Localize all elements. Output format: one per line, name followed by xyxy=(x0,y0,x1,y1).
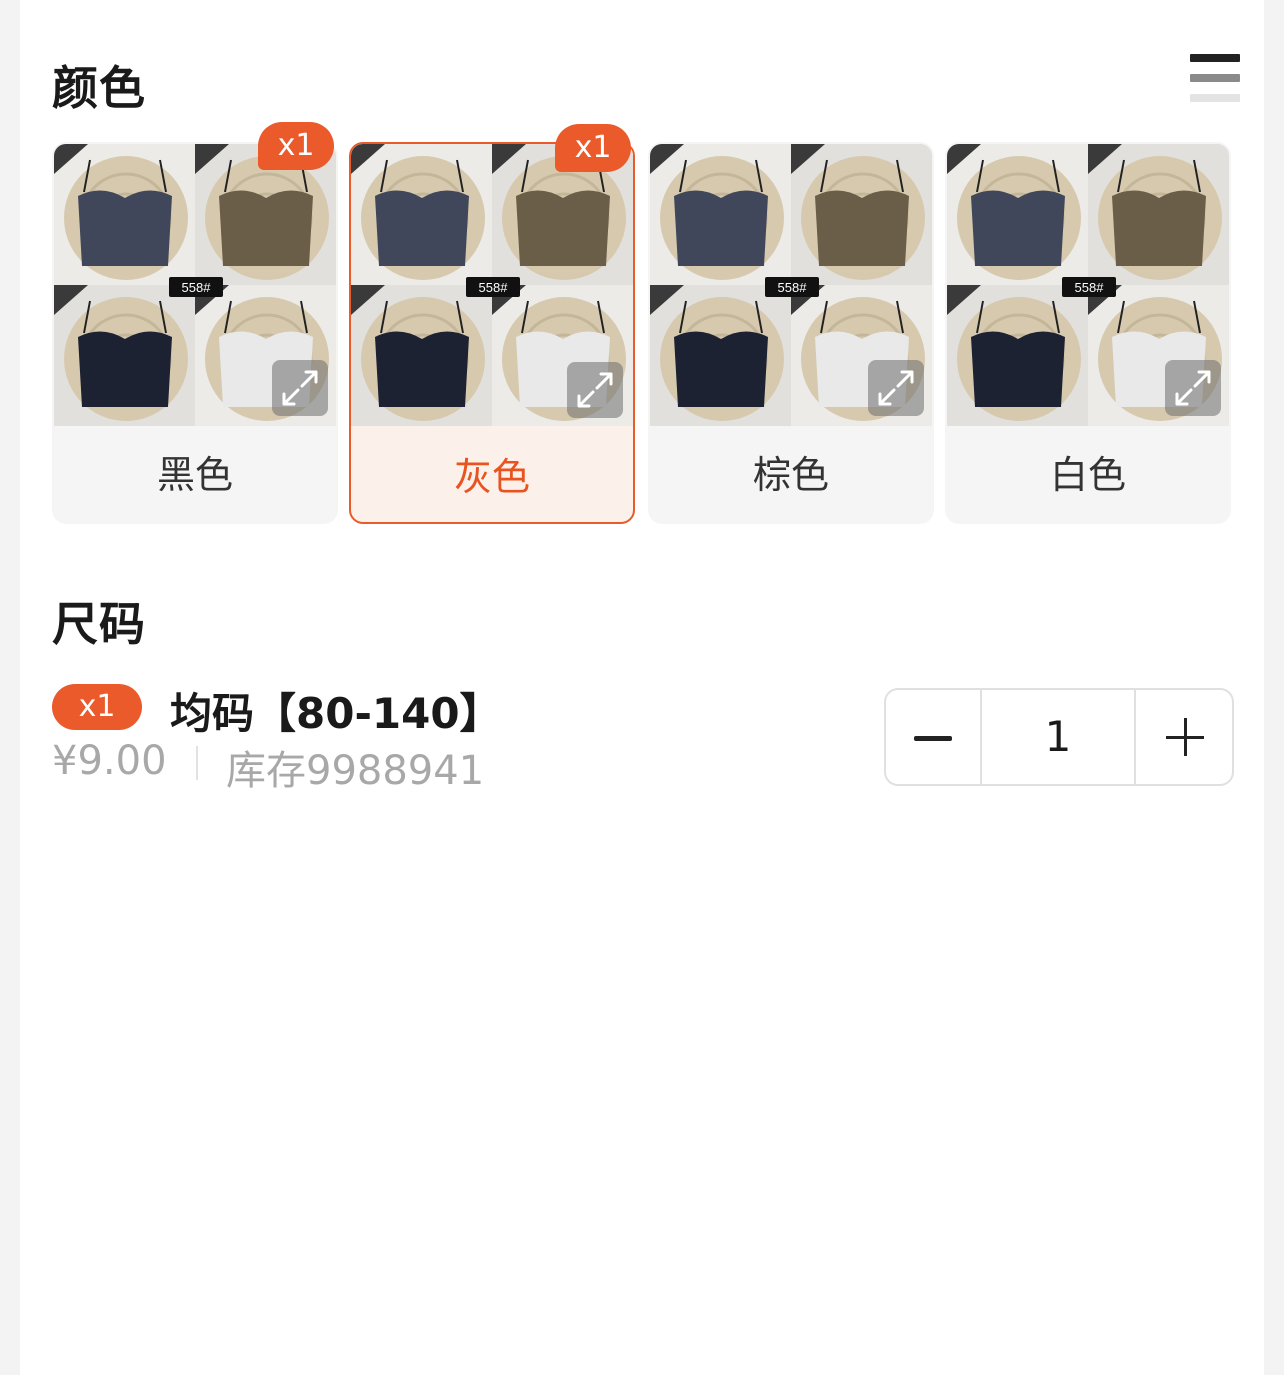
color-option-label: 灰色 xyxy=(453,455,530,499)
color-section-title: 颜色 xyxy=(52,61,146,115)
svg-text:558#: 558# xyxy=(182,280,212,295)
color-option-black[interactable]: 558# 黑色 x1 xyxy=(52,122,338,524)
count-badge: x1 xyxy=(52,684,142,730)
svg-text:558#: 558# xyxy=(479,280,509,295)
zoom-expand-icon[interactable] xyxy=(868,360,924,416)
color-option-label: 白色 xyxy=(1049,453,1126,497)
count-badge: x1 xyxy=(555,124,631,172)
svg-text:558#: 558# xyxy=(1075,280,1105,295)
decrement-button[interactable] xyxy=(886,690,980,784)
count-badge: x1 xyxy=(258,122,334,170)
divider xyxy=(196,746,198,780)
color-option-label: 棕色 xyxy=(752,453,829,497)
zoom-expand-icon[interactable] xyxy=(1165,360,1221,416)
layout-bar xyxy=(1190,94,1240,102)
svg-text:558#: 558# xyxy=(778,280,808,295)
minus-icon xyxy=(914,736,952,741)
layout-bar xyxy=(1190,74,1240,82)
color-option-gray[interactable]: 558# 灰色 x1 xyxy=(349,124,635,524)
color-option-label: 黑色 xyxy=(156,453,233,497)
size-option-name: 均码【80-140】 xyxy=(170,689,502,738)
increment-button[interactable] xyxy=(1138,690,1232,784)
color-option-white[interactable]: 558# 白色 xyxy=(945,142,1231,524)
quantity-value[interactable]: 1 xyxy=(980,690,1136,784)
zoom-expand-icon[interactable] xyxy=(567,362,623,418)
quantity-stepper[interactable]: 1 xyxy=(884,688,1234,786)
size-price: ¥9.00 xyxy=(52,738,167,784)
size-section-title: 尺码 xyxy=(52,597,146,651)
list-layout-icon[interactable] xyxy=(1190,54,1240,104)
plus-icon xyxy=(1166,718,1204,756)
sku-selector-sheet: 颜色 558# 黑色 x1 558# 灰色 x1 558# 棕色 558# 白色… xyxy=(20,0,1264,1375)
zoom-expand-icon[interactable] xyxy=(272,360,328,416)
layout-bar xyxy=(1190,54,1240,62)
color-option-brown[interactable]: 558# 棕色 xyxy=(648,142,934,524)
stock-count: 库存9988941 xyxy=(226,748,485,794)
